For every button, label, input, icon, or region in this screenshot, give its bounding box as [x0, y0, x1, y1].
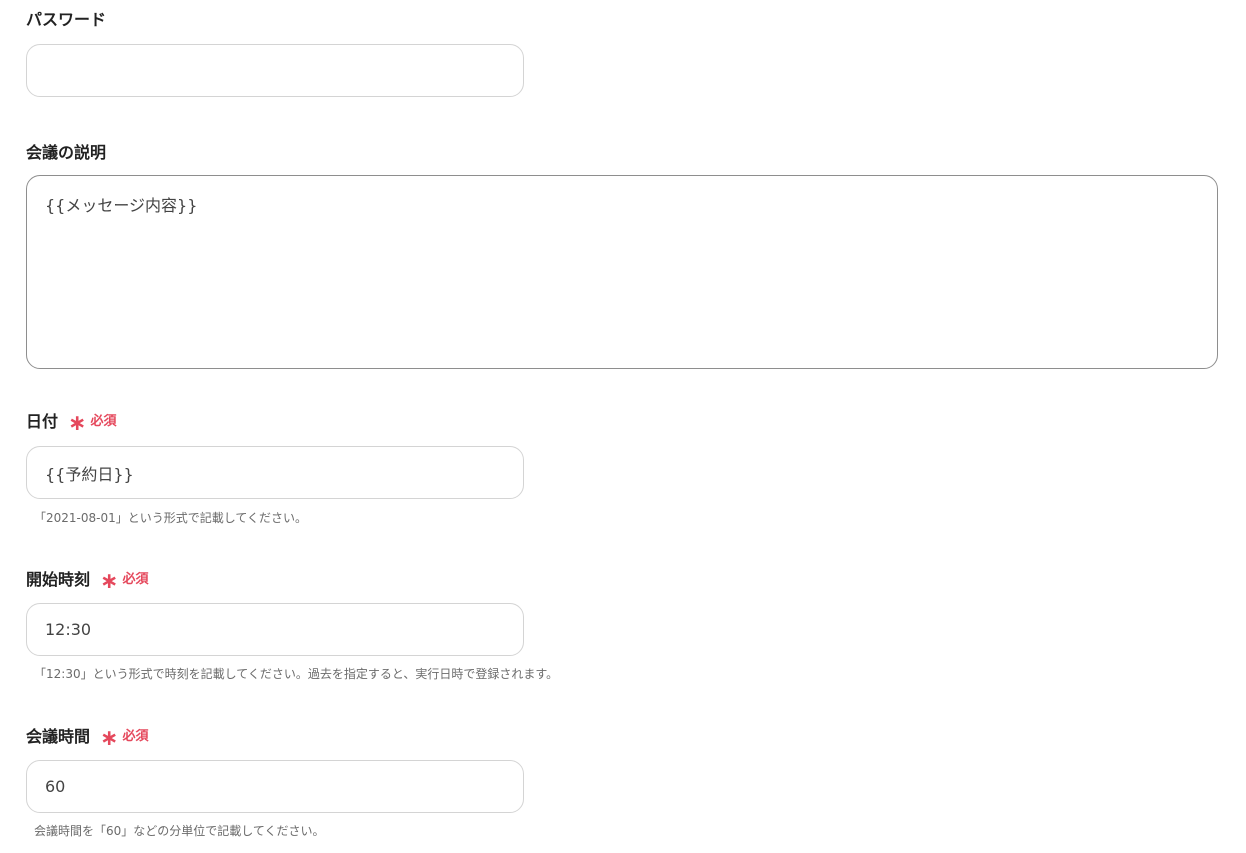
- description-label-text: 会議の説明: [26, 143, 107, 162]
- start-time-label: 開始時刻 ∗ 必須: [26, 569, 149, 594]
- start-time-input[interactable]: 12:30: [26, 603, 524, 656]
- duration-required-text: 必須: [122, 729, 149, 744]
- date-input[interactable]: {{予約日}}: [26, 446, 524, 499]
- duration-hint: 会議時間を「60」などの分単位で記載してください。: [34, 824, 325, 838]
- password-input[interactable]: [26, 44, 524, 97]
- duration-input-value: 60: [45, 777, 66, 796]
- date-label-text: 日付: [26, 412, 59, 431]
- duration-label: 会議時間 ∗ 必須: [26, 726, 149, 751]
- asterisk-icon: ∗: [68, 411, 87, 436]
- description-label: 会議の説明: [26, 142, 106, 164]
- date-hint: 「2021-08-01」という形式で記載してください。: [34, 511, 308, 525]
- asterisk-icon: ∗: [100, 569, 119, 594]
- start-time-required-badge: ∗ 必須: [100, 569, 149, 594]
- start-time-hint: 「12:30」という形式で時刻を記載してください。過去を指定すると、実行日時で登…: [34, 667, 559, 681]
- meeting-form: パスワード 会議の説明 {{メッセージ内容}} 日付 ∗ 必須 {{予約日}} …: [0, 0, 1246, 853]
- date-label: 日付 ∗ 必須: [26, 411, 117, 436]
- start-time-input-value: 12:30: [45, 620, 92, 639]
- asterisk-icon: ∗: [100, 726, 119, 751]
- date-input-value: {{予約日}}: [45, 464, 134, 484]
- start-time-required-text: 必須: [122, 572, 149, 587]
- duration-input[interactable]: 60: [26, 760, 524, 813]
- password-label-text: パスワード: [26, 10, 107, 29]
- date-required-badge: ∗ 必須: [68, 411, 117, 436]
- start-time-label-text: 開始時刻: [26, 570, 91, 589]
- description-textarea[interactable]: {{メッセージ内容}}: [26, 175, 1218, 369]
- password-label: パスワード: [26, 9, 106, 31]
- duration-required-badge: ∗ 必須: [100, 726, 149, 751]
- duration-label-text: 会議時間: [26, 727, 91, 746]
- date-required-text: 必須: [90, 414, 117, 429]
- description-textarea-value: {{メッセージ内容}}: [45, 196, 198, 215]
